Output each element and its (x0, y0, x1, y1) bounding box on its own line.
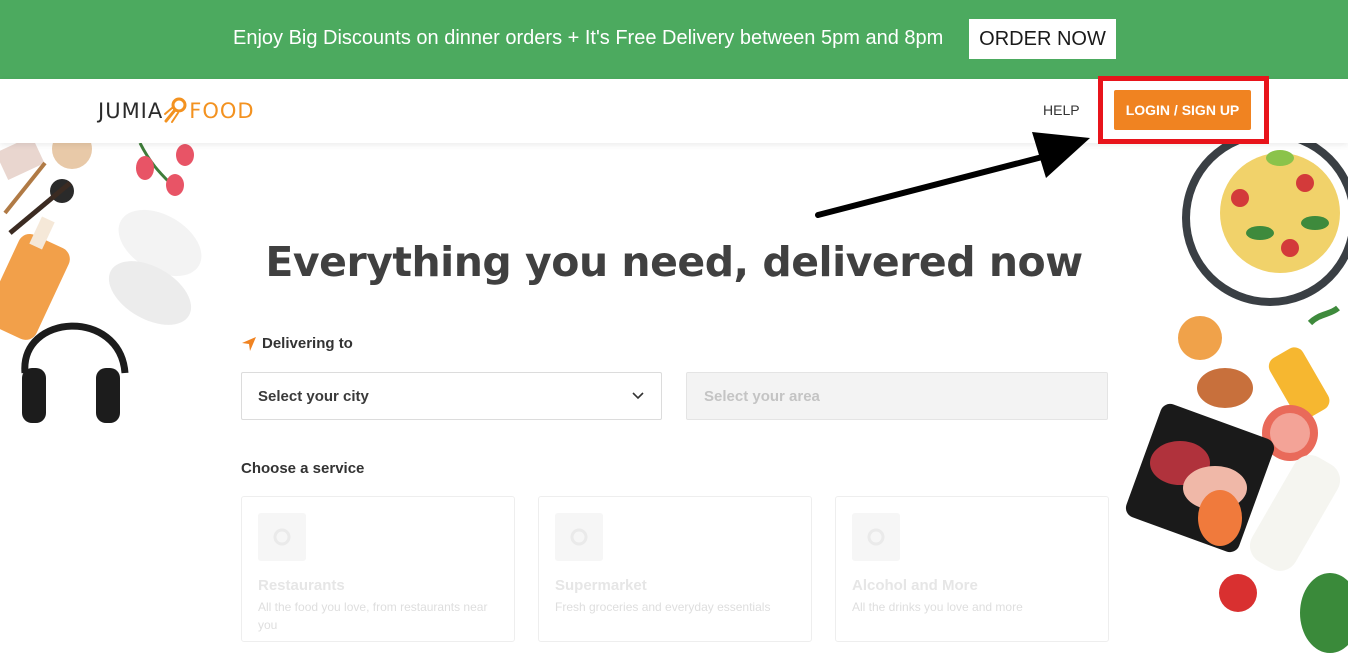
location-arrow-icon (242, 336, 256, 351)
promo-banner: Enjoy Big Discounts on dinner orders + I… (0, 0, 1348, 79)
area-select-placeholder: Select your area (704, 387, 820, 405)
service-card-alcohol[interactable]: Alcohol and More All the drinks you love… (835, 496, 1109, 642)
alcohol-icon (852, 513, 900, 561)
service-card-description: Fresh groceries and everyday essentials (555, 600, 771, 614)
logo-food-text: FOOD (189, 99, 255, 123)
service-card-supermarket[interactable]: Supermarket Fresh groceries and everyday… (538, 496, 812, 642)
restaurant-icon (258, 513, 306, 561)
service-card-description: All the drinks you love and more (852, 600, 1023, 614)
delivering-to-label: Delivering to (241, 335, 353, 352)
city-select[interactable]: Select your city (241, 372, 662, 420)
logo-rocket-icon (164, 97, 187, 123)
delivering-to-text: Delivering to (262, 335, 353, 352)
chevron-down-icon (632, 392, 644, 400)
decor-left-image (0, 143, 202, 423)
choose-service-label: Choose a service (241, 460, 365, 477)
annotation-arrow-icon (815, 132, 1090, 218)
service-card-title: Alcohol and More (852, 577, 978, 594)
login-signup-button[interactable]: LOGIN / SIGN UP (1114, 90, 1251, 130)
service-card-title: Supermarket (555, 577, 647, 594)
jumia-food-logo[interactable]: JUMIA FOOD (98, 96, 255, 126)
service-card-title: Restaurants (258, 577, 345, 594)
area-select[interactable]: Select your area (686, 372, 1108, 420)
promo-text: Enjoy Big Discounts on dinner orders + I… (233, 27, 944, 49)
city-select-placeholder: Select your city (258, 387, 369, 405)
order-now-button[interactable]: ORDER NOW (969, 19, 1116, 59)
help-link[interactable]: HELP (1043, 102, 1080, 118)
supermarket-icon (555, 513, 603, 561)
service-card-restaurants[interactable]: Restaurants All the food you love, from … (241, 496, 515, 642)
hero-headline: Everything you need, delivered now (265, 238, 1083, 286)
logo-jumia-text: JUMIA (98, 99, 164, 123)
decor-right-image (1125, 143, 1348, 653)
service-card-description: All the food you love, from restaurants … (258, 600, 488, 632)
